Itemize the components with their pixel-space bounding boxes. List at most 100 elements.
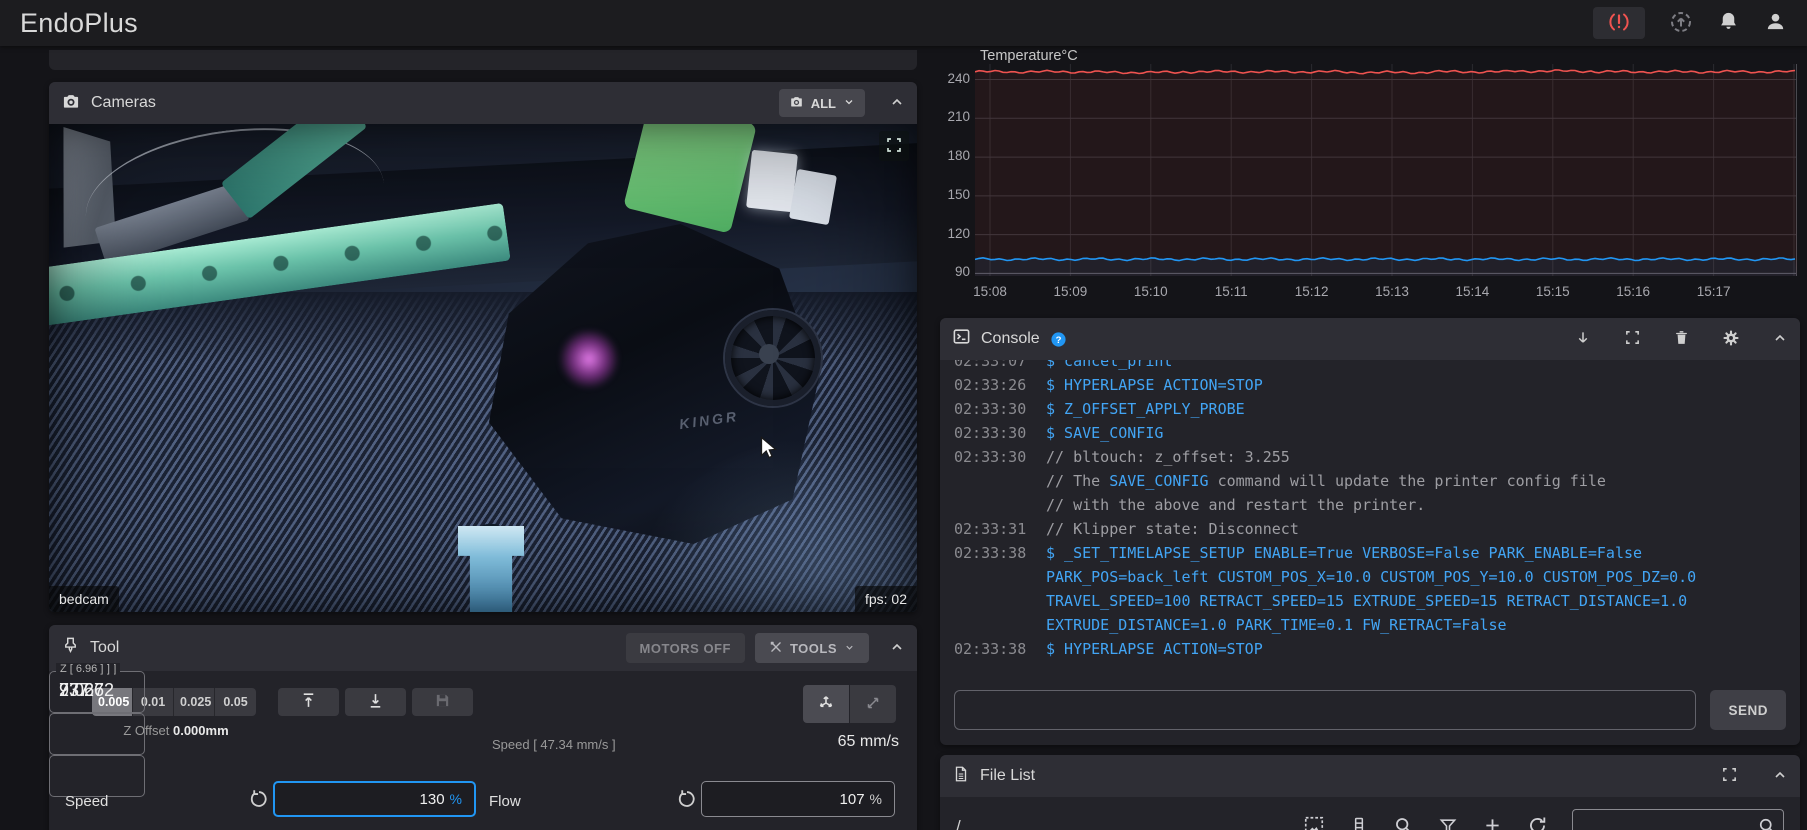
- y-axis-tick: 240: [940, 71, 970, 86]
- cross-move-button[interactable]: [850, 685, 896, 723]
- motors-off-button[interactable]: MOTORS OFF: [626, 633, 745, 663]
- console-line: 02:33:30$ SAVE_CONFIG: [954, 421, 1786, 445]
- x-axis-tick: 15:15: [1525, 284, 1581, 299]
- search-icon: [1757, 816, 1777, 830]
- position-box-y[interactable]: Y [ 93.05 ]237.62: [49, 713, 145, 755]
- console-timestamp: 02:33:30: [954, 421, 1030, 445]
- collapse-filelist-button[interactable]: [1772, 767, 1788, 786]
- axis-move-icon: [816, 693, 836, 716]
- app-title: EndoPlus: [20, 8, 138, 39]
- fullscreen-corners-icon: [1624, 329, 1641, 349]
- flow-factor-input[interactable]: 107 %: [701, 781, 895, 817]
- send-button[interactable]: SEND: [1710, 690, 1786, 730]
- speed-factor-value: 130: [420, 791, 445, 808]
- console-fullscreen-button[interactable]: [1624, 329, 1641, 349]
- account-button[interactable]: [1764, 10, 1787, 36]
- x-axis-tick: 15:14: [1444, 284, 1500, 299]
- percent-unit: %: [870, 791, 882, 807]
- terminal-icon: [952, 327, 971, 351]
- console-message: $ Z_OFFSET_APPLY_PROBE: [1046, 397, 1786, 421]
- console-log[interactable]: 02:33:07$ cancel_print02:33:26$ HYPERLAP…: [940, 360, 1800, 682]
- console-message: $ _SET_TIMELAPSE_SETUP ENABLE=True VERBO…: [1046, 541, 1786, 637]
- x-axis-tick: 15:10: [1123, 284, 1179, 299]
- console-line: // The SAVE_CONFIG command will update t…: [954, 469, 1786, 493]
- reset-flow-button[interactable]: [670, 787, 694, 811]
- update-icon: [1669, 10, 1693, 37]
- webcam-fullscreen-button[interactable]: [879, 131, 909, 161]
- fullscreen-corners-icon: [1721, 766, 1738, 786]
- trash-icon: [1673, 329, 1690, 349]
- svg-text:?: ?: [1055, 334, 1061, 345]
- z-offset-up-button[interactable]: [278, 688, 339, 716]
- camera-icon: [789, 94, 804, 112]
- camera-select-button[interactable]: ALL: [779, 89, 865, 117]
- y-axis-tick: 120: [940, 226, 970, 241]
- add-file-button[interactable]: [1482, 815, 1503, 830]
- console-message: $ HYPERLAPSE ACTION=STOP: [1046, 637, 1786, 661]
- panel-title: Tool: [90, 639, 119, 657]
- search-toggle-button[interactable]: [1393, 815, 1414, 830]
- thumbnail-size-icon: [1303, 815, 1325, 830]
- update-button[interactable]: [1669, 10, 1693, 37]
- console-message: $ HYPERLAPSE ACTION=STOP: [1046, 373, 1786, 397]
- thumbnail-size-button[interactable]: [1303, 815, 1325, 830]
- console-timestamp: 02:33:07: [954, 360, 1030, 373]
- collapse-cameras-button[interactable]: [889, 94, 905, 113]
- console-line: 02:33:26$ HYPERLAPSE ACTION=STOP: [954, 373, 1786, 397]
- chevron-down-icon: [844, 641, 855, 656]
- arrow-down-to-bar-icon: [366, 691, 385, 713]
- reset-speed-button[interactable]: [242, 787, 266, 811]
- flow-factor-value: 107: [840, 791, 865, 808]
- endoplus-app: { "app": { "title": "EndoPlus" }, "topba…: [0, 0, 1807, 830]
- x-axis-tick: 15:12: [1284, 284, 1340, 299]
- x-axis-tick: 15:09: [1042, 284, 1098, 299]
- refresh-button[interactable]: [1527, 815, 1548, 830]
- speed-factor-input[interactable]: 130 %: [273, 781, 476, 817]
- save-z-offset-button[interactable]: [412, 688, 473, 716]
- console-message: // The SAVE_CONFIG command will update t…: [1046, 469, 1786, 493]
- console-line: 02:33:38$ _SET_TIMELAPSE_SETUP ENABLE=Tr…: [954, 541, 1786, 637]
- z-offset-down-button[interactable]: [345, 688, 406, 716]
- position-boxes: X [ 251.23 ]97.67Y [ 93.05 ]237.62Z [ 6.…: [49, 671, 145, 797]
- webcam-name-tag: bedcam: [49, 586, 119, 612]
- console-timestamp: 02:33:30: [954, 397, 1030, 421]
- flow-factor-label: Flow: [489, 793, 521, 810]
- filter-button[interactable]: [1438, 816, 1458, 830]
- table-rows-icon: [1349, 816, 1369, 830]
- scroll-to-bottom-button[interactable]: [1574, 329, 1592, 350]
- cameras-header: Cameras ALL: [49, 82, 917, 124]
- notifications-button[interactable]: [1717, 10, 1740, 36]
- z-step-0.05[interactable]: 0.05: [215, 688, 256, 716]
- help-icon[interactable]: ?: [1050, 331, 1067, 348]
- camera-select-label: ALL: [811, 96, 836, 111]
- mms-readout: 65 mm/s: [838, 733, 899, 751]
- console-timestamp: [954, 493, 1030, 517]
- console-settings-button[interactable]: [1722, 329, 1740, 350]
- webcam-photo-detail: [49, 124, 917, 612]
- x-axis-tick: 15:17: [1686, 284, 1742, 299]
- temperature-chart: Temperature°C 24021018015012090 15:0815:…: [940, 46, 1800, 318]
- column-settings-button[interactable]: [1349, 816, 1369, 830]
- plus-icon: [1482, 815, 1503, 830]
- x-axis-tick: 15:11: [1203, 284, 1259, 299]
- console-input[interactable]: [954, 690, 1696, 730]
- tools-dropdown-button[interactable]: TOOLS: [755, 633, 869, 663]
- cameras-panel: Cameras ALL: [49, 82, 917, 612]
- file-search-input[interactable]: [1572, 809, 1784, 830]
- axis-position-value: 7.02: [59, 680, 94, 701]
- clear-console-button[interactable]: [1673, 329, 1690, 349]
- y-axis-tick: 150: [940, 187, 970, 202]
- emergency-stop-button[interactable]: [1593, 7, 1645, 39]
- panel-title: File List: [980, 767, 1035, 785]
- panel-title: Cameras: [91, 94, 156, 112]
- filelist-fullscreen-button[interactable]: [1721, 766, 1738, 786]
- arrow-up-from-bar-icon: [299, 691, 318, 713]
- collapse-tool-button[interactable]: [889, 639, 905, 658]
- console-message: // Klipper state: Disconnect: [1046, 517, 1786, 541]
- collapse-console-button[interactable]: [1772, 330, 1788, 349]
- person-icon: [1764, 10, 1787, 36]
- move-mode-button[interactable]: [803, 685, 849, 723]
- position-box-z[interactable]: Z [ 6.96 ]7.02: [49, 755, 145, 797]
- chevron-up-icon: [889, 639, 905, 658]
- z-step-0.025[interactable]: 0.025: [174, 688, 215, 716]
